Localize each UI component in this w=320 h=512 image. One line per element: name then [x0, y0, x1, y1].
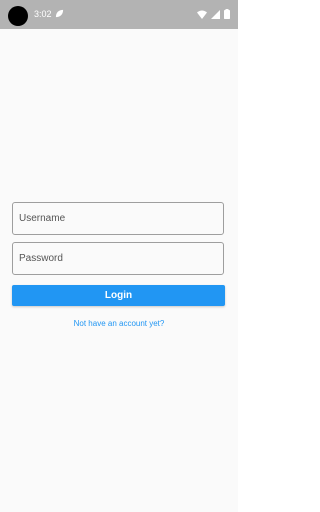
username-field[interactable]	[12, 202, 224, 235]
login-button[interactable]: Login	[12, 285, 225, 306]
login-screen: 3:02 Login Not have an account yet?	[0, 0, 238, 512]
status-time: 3:02	[34, 9, 52, 19]
password-field[interactable]	[12, 242, 224, 275]
wifi-icon	[197, 10, 207, 19]
password-input[interactable]	[13, 243, 223, 274]
signal-icon	[211, 9, 220, 19]
notification-leaf-icon	[55, 9, 64, 18]
camera-cutout	[8, 6, 28, 26]
status-icons	[197, 9, 230, 19]
battery-icon	[224, 9, 230, 19]
signup-link[interactable]: Not have an account yet?	[0, 319, 238, 328]
username-input[interactable]	[13, 203, 223, 234]
status-bar: 3:02	[0, 0, 238, 29]
